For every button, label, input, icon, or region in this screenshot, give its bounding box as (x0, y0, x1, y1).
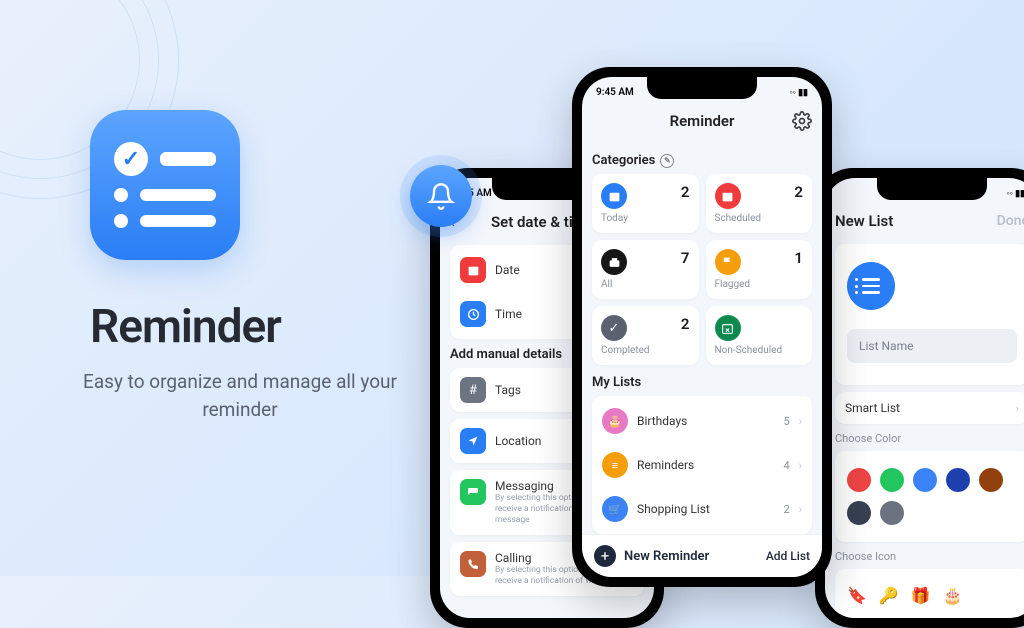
list-icon: ≡ (602, 452, 628, 478)
app-icon: ✓ (90, 110, 240, 260)
color-swatch[interactable] (979, 468, 1003, 492)
categories-label: Categories✎ (592, 153, 812, 168)
location-icon (460, 428, 486, 454)
chevron-right-icon: › (799, 459, 802, 472)
clock-icon (460, 301, 486, 327)
check-icon: ✓ (601, 315, 627, 341)
status-time: 9:45 AM (596, 87, 634, 98)
list-name-input[interactable]: List Name (847, 329, 1017, 363)
new-reminder-button[interactable]: New Reminder (624, 549, 758, 564)
status-icons: ◦◦ ▮▮ (789, 87, 808, 98)
phone-icon (460, 551, 486, 577)
category-flagged[interactable]: 1Flagged (706, 240, 813, 299)
settings-button[interactable] (792, 111, 812, 131)
screen-title: Reminder (670, 112, 735, 130)
plus-icon[interactable]: + (594, 545, 616, 567)
gift-icon[interactable]: 🎁 (911, 586, 931, 605)
bell-icon (410, 165, 472, 227)
color-swatch[interactable] (847, 501, 871, 525)
tray-icon (601, 249, 627, 275)
category-all[interactable]: 7All (592, 240, 699, 299)
category-scheduled[interactable]: 2Scheduled (706, 174, 813, 233)
category-today[interactable]: 2Today (592, 174, 699, 233)
color-swatch[interactable] (913, 468, 937, 492)
flag-icon (715, 249, 741, 275)
list-birthdays[interactable]: 🎂Birthdays5› (592, 399, 812, 443)
color-swatch[interactable] (946, 468, 970, 492)
color-swatch[interactable] (880, 501, 904, 525)
cake-icon[interactable]: 🎂 (943, 586, 963, 605)
add-list-button[interactable]: Add List (766, 549, 810, 563)
screen-title: New List (835, 212, 893, 230)
choose-color-label: Choose Color (835, 432, 1024, 445)
cal-x-icon (715, 315, 741, 341)
calendar-icon (601, 183, 627, 209)
list-reminders[interactable]: ≡Reminders4› (592, 443, 812, 487)
category-completed[interactable]: ✓2Completed (592, 306, 699, 365)
calendar-icon (715, 183, 741, 209)
smart-list-row[interactable]: Smart List › (835, 392, 1024, 424)
cart-icon: 🛒 (602, 496, 628, 522)
hash-icon: # (460, 377, 486, 403)
chevron-right-icon: › (1016, 402, 1019, 415)
color-swatch[interactable] (847, 468, 871, 492)
color-swatch[interactable] (880, 468, 904, 492)
calendar-icon (460, 257, 486, 283)
done-button[interactable]: Done (997, 213, 1024, 229)
bookmark-icon[interactable]: 🔖 (847, 586, 867, 605)
chevron-right-icon: › (799, 415, 802, 428)
cake-icon: 🎂 (602, 408, 628, 434)
phone-new-list: ◦◦ ▮▮ New List Done List Name Smart List… (815, 168, 1024, 628)
category-non-scheduled[interactable]: Non-Scheduled (706, 306, 813, 365)
app-tagline: Easy to organize and manage all your rem… (70, 368, 410, 423)
message-icon (460, 479, 486, 505)
chevron-right-icon: › (799, 503, 802, 516)
key-icon[interactable]: 🔑 (879, 586, 899, 605)
phone-main: 9:45 AM ◦◦ ▮▮ Reminder Categories✎ 2Today… (572, 67, 832, 587)
app-title: Reminder (90, 300, 410, 354)
list-icon-preview (847, 262, 895, 310)
choose-icon-label: Choose Icon (835, 550, 1024, 563)
check-icon: ✓ (114, 142, 148, 176)
edit-icon[interactable]: ✎ (660, 154, 674, 168)
list-shopping-list[interactable]: 🛒Shopping List2› (592, 487, 812, 531)
mylists-label: My Lists (592, 375, 812, 390)
status-icons: ◦◦ ▮▮ (1006, 188, 1024, 199)
